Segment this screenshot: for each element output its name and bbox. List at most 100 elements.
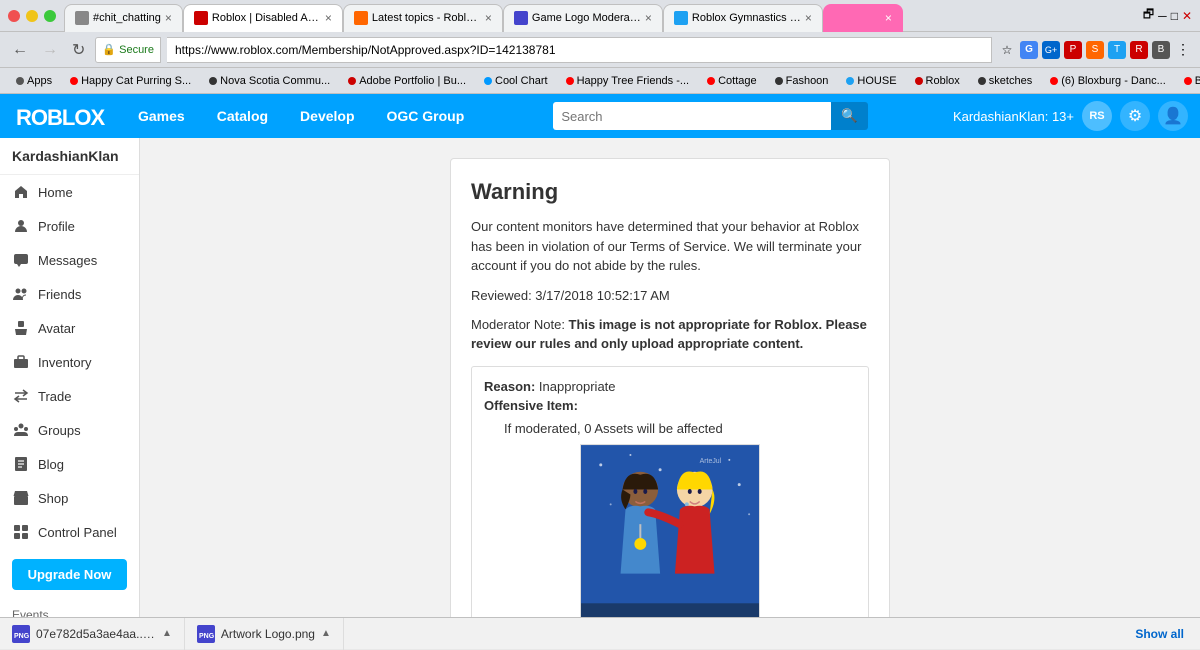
bookmark-label: (6) Bloxburg - Danc... (1061, 75, 1166, 87)
nav-catalog[interactable]: Catalog (201, 94, 284, 138)
sidebar: KardashianKlan Home Profile Messages Fri… (0, 138, 140, 617)
tab-close-icon[interactable]: × (805, 11, 812, 25)
bookmark-bloxburg1[interactable]: (6) Bloxburg - Danc... (1042, 73, 1174, 89)
warning-title: Warning (471, 179, 869, 205)
profile-icon-button[interactable]: 👤 (1158, 101, 1188, 131)
search-bar: 🔍 (480, 102, 941, 130)
tab-game-logo[interactable]: Game Logo Moderatior... × (503, 4, 663, 32)
sidebar-label: Messages (38, 253, 97, 268)
bookmark-fashoon[interactable]: Fashoon (767, 73, 837, 89)
window-maximize-button[interactable] (44, 10, 56, 22)
tab-roblox-disabled[interactable]: Roblox | Disabled Accou... × (183, 4, 343, 32)
browser-top-right: 🗗 ─ □ ✕ (1135, 5, 1200, 26)
main-content: Warning Our content monitors have determ… (140, 138, 1200, 617)
window-minimize-button[interactable] (26, 10, 38, 22)
window-close-button[interactable] (8, 10, 20, 22)
tab-close-icon[interactable]: × (325, 11, 332, 25)
extension-icon-g[interactable]: G (1020, 41, 1038, 59)
reason-box: Reason: Inappropriate Offensive Item: If… (471, 366, 869, 618)
png-icon: PNG (12, 625, 30, 643)
close-icon[interactable]: ✕ (1182, 9, 1192, 23)
bookmark-happy-tree[interactable]: Happy Tree Friends -... (558, 73, 698, 89)
sidebar-item-shop[interactable]: Shop (0, 481, 139, 515)
sidebar-item-avatar[interactable]: Avatar (0, 311, 139, 345)
extension-icon-g2[interactable]: G+ (1042, 41, 1060, 59)
sidebar-item-profile[interactable]: Profile (0, 209, 139, 243)
show-all-button[interactable]: Show all (1119, 627, 1200, 641)
offensive-label: Offensive Item: (484, 398, 578, 413)
roblox-logo[interactable]: ROBLOX (0, 101, 122, 131)
bookmark-roblox[interactable]: Roblox (907, 73, 968, 89)
download-item-2[interactable]: PNG Artwork Logo.png ▲ (185, 618, 344, 650)
artwork-svg: ArteJul (581, 444, 759, 618)
tab-close-icon[interactable]: × (645, 11, 652, 25)
extension-icon-r[interactable]: R (1130, 41, 1148, 59)
bookmark-cottage[interactable]: Cottage (699, 73, 765, 89)
bookmark-nova-scotia[interactable]: Nova Scotia Commu... (201, 73, 338, 89)
maximize-icon[interactable]: □ (1171, 9, 1178, 23)
bookmark-apps[interactable]: Apps (8, 73, 60, 89)
sidebar-item-inventory[interactable]: Inventory (0, 345, 139, 379)
search-input[interactable] (553, 102, 833, 130)
tab-chit-chatting[interactable]: #chit_chatting × (64, 4, 183, 32)
extension-icon-b[interactable]: B (1152, 41, 1170, 59)
sidebar-item-groups[interactable]: Groups (0, 413, 139, 447)
menu-icon[interactable]: ⋮ (1174, 41, 1192, 59)
tab-pink[interactable]: × (823, 4, 903, 32)
tab-label: Game Logo Moderatior... (532, 12, 641, 24)
bookmark-cool-chart[interactable]: Cool Chart (476, 73, 556, 89)
tab-close-icon[interactable]: × (165, 11, 172, 25)
tab-close-icon[interactable]: × (885, 11, 892, 25)
sidebar-item-blog[interactable]: Blog (0, 447, 139, 481)
assets-text: If moderated, 0 Assets will be affected (504, 421, 856, 436)
tab-latest-topics[interactable]: Latest topics - Roblox D... × (343, 4, 503, 32)
tab-label: Latest topics - Roblox D... (372, 12, 481, 24)
nav-develop[interactable]: Develop (284, 94, 370, 138)
warning-body: Our content monitors have determined tha… (471, 217, 869, 276)
bookmark-label: Adobe Portfolio | Bu... (359, 75, 466, 87)
nav-right: KardashianKlan: 13+ RS ⚙ 👤 (941, 101, 1200, 131)
restore-icon[interactable]: 🗗 (1143, 5, 1154, 26)
bookmark-adobe[interactable]: Adobe Portfolio | Bu... (340, 73, 474, 89)
download-caret-1[interactable]: ▲ (162, 628, 172, 639)
bookmark-favicon (209, 77, 217, 85)
sidebar-item-friends[interactable]: Friends (0, 277, 139, 311)
sidebar-item-control-panel[interactable]: Control Panel (0, 515, 139, 549)
bookmark-house[interactable]: HOUSE (838, 73, 904, 89)
extension-icon-s[interactable]: S (1086, 41, 1104, 59)
tab-label: #chit_chatting (93, 12, 161, 24)
nav-games[interactable]: Games (122, 94, 201, 138)
tab-gymnastics[interactable]: Roblox Gymnastics on T... × (663, 4, 823, 32)
download-item-1[interactable]: PNG 07e782d5a3ae4aa....png ▲ (0, 618, 185, 650)
sidebar-item-trade[interactable]: Trade (0, 379, 139, 413)
bookmark-favicon (978, 77, 986, 85)
search-button[interactable]: 🔍 (831, 102, 868, 130)
address-input[interactable] (167, 37, 992, 63)
tab-close-icon[interactable]: × (485, 11, 492, 25)
nav-ogc-group[interactable]: OGC Group (371, 94, 481, 138)
sidebar-item-home[interactable]: Home (0, 175, 139, 209)
forward-button[interactable]: → (38, 39, 62, 61)
sidebar-item-messages[interactable]: Messages (0, 243, 139, 277)
tabs-container: #chit_chatting × Roblox | Disabled Accou… (64, 0, 1135, 32)
shop-icon (12, 489, 30, 507)
bookmark-label: Roblox (926, 75, 960, 87)
extension-icon-t[interactable]: T (1108, 41, 1126, 59)
minimize-icon[interactable]: ─ (1158, 9, 1167, 23)
bookmark-favicon (16, 77, 24, 85)
bookmark-label: Happy Cat Purring S... (81, 75, 191, 87)
download-caret-2[interactable]: ▲ (321, 628, 331, 639)
back-button[interactable]: ← (8, 39, 32, 61)
artwork-image-box: ArteJul (580, 444, 760, 618)
bookmark-bloxburg2[interactable]: Bloxburg: Building M... (1176, 73, 1200, 89)
bookmark-sketches[interactable]: sketches (970, 73, 1040, 89)
upgrade-now-button[interactable]: Upgrade Now (12, 559, 127, 590)
extension-icon-p[interactable]: P (1064, 41, 1082, 59)
secure-badge: 🔒 Secure (95, 37, 161, 63)
rs-icon-button[interactable]: RS (1082, 101, 1112, 131)
star-icon[interactable]: ☆ (998, 41, 1016, 59)
bookmark-happy-cat[interactable]: Happy Cat Purring S... (62, 73, 199, 89)
refresh-button[interactable]: ↻ (68, 38, 89, 62)
events-section: Events READY PLAYER ONE (0, 600, 139, 617)
settings-icon-button[interactable]: ⚙ (1120, 101, 1150, 131)
